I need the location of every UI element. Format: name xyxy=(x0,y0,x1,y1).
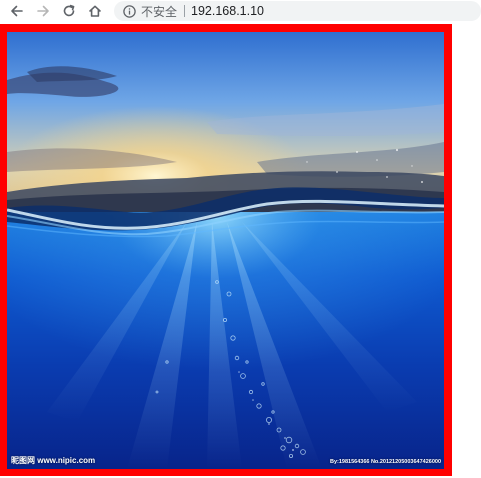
reload-button[interactable] xyxy=(58,2,80,20)
reload-icon xyxy=(63,4,75,17)
url-text[interactable]: 192.168.1.10 xyxy=(191,4,264,18)
browser-toolbar: 不安全 192.168.1.10 xyxy=(0,0,481,22)
forward-button[interactable] xyxy=(32,2,54,20)
back-button[interactable] xyxy=(6,2,28,20)
home-icon xyxy=(89,5,101,17)
arrow-left-icon xyxy=(11,5,23,17)
page-content: 昵图网 www.nipic.com By:1981564366 No.20121… xyxy=(0,22,481,478)
address-separator xyxy=(184,5,186,17)
arrow-right-icon xyxy=(37,5,49,17)
watermark-left: 昵图网 www.nipic.com xyxy=(11,456,96,465)
ocean-sunset-image: 昵图网 www.nipic.com By:1981564366 No.20121… xyxy=(7,32,444,469)
red-frame: 昵图网 www.nipic.com By:1981564366 No.20121… xyxy=(0,24,452,476)
info-circle-icon[interactable] xyxy=(122,4,136,18)
address-bar[interactable]: 不安全 192.168.1.10 xyxy=(114,1,481,21)
ocean-sunset-illustration xyxy=(7,32,444,469)
security-status-label[interactable]: 不安全 xyxy=(141,3,177,20)
watermark-right: By:1981564366 No.20121205003647426000 xyxy=(329,459,441,465)
home-button[interactable] xyxy=(84,2,106,20)
